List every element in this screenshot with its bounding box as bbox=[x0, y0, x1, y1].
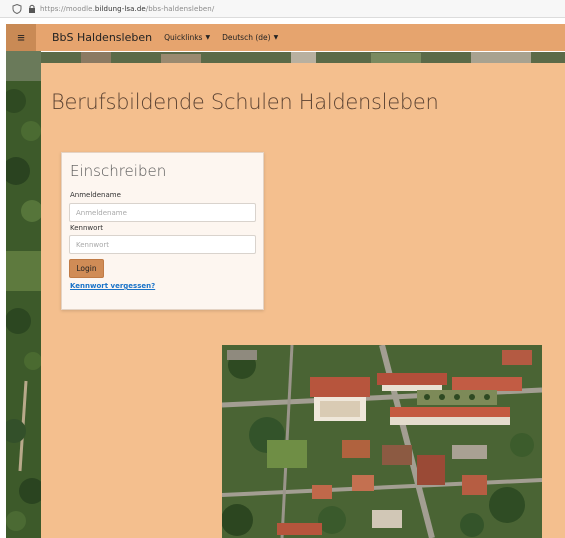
login-card: Einschreiben Anmeldename Kennwort Login … bbox=[61, 152, 264, 310]
username-label: Anmeldename bbox=[70, 191, 121, 199]
background-aerial-strip bbox=[41, 51, 565, 63]
menu-button[interactable]: ≡ bbox=[6, 24, 36, 51]
password-label: Kennwort bbox=[70, 224, 104, 232]
top-navbar: ≡ BbS Haldensleben Quicklinks ▼ Deutsch … bbox=[6, 24, 565, 51]
forgot-password-link[interactable]: Kennwort vergessen? bbox=[70, 282, 155, 290]
page-title: Berufsbildende Schulen Haldensleben bbox=[51, 90, 439, 114]
campus-aerial-photo bbox=[222, 345, 542, 538]
lock-icon[interactable] bbox=[28, 4, 36, 13]
username-input[interactable] bbox=[69, 203, 256, 222]
login-title: Einschreiben bbox=[70, 162, 167, 180]
caret-down-icon: ▼ bbox=[205, 34, 211, 41]
language-dropdown[interactable]: Deutsch (de) ▼ bbox=[222, 33, 278, 42]
quicklinks-dropdown[interactable]: Quicklinks ▼ bbox=[164, 33, 210, 42]
browser-url-bar[interactable]: https://moodle.bildung-lsa.de/bbs-halden… bbox=[0, 0, 565, 18]
quicklinks-label: Quicklinks bbox=[164, 33, 203, 42]
language-label: Deutsch (de) bbox=[222, 33, 271, 42]
password-input[interactable] bbox=[69, 235, 256, 254]
background-aerial-image bbox=[6, 51, 41, 538]
login-button[interactable]: Login bbox=[69, 259, 104, 278]
site-name-link[interactable]: BbS Haldensleben bbox=[52, 31, 152, 44]
url-text[interactable]: https://moodle.bildung-lsa.de/bbs-halden… bbox=[40, 5, 214, 13]
caret-down-icon: ▼ bbox=[273, 34, 279, 41]
hamburger-icon: ≡ bbox=[17, 30, 25, 45]
shield-icon[interactable] bbox=[12, 3, 22, 14]
